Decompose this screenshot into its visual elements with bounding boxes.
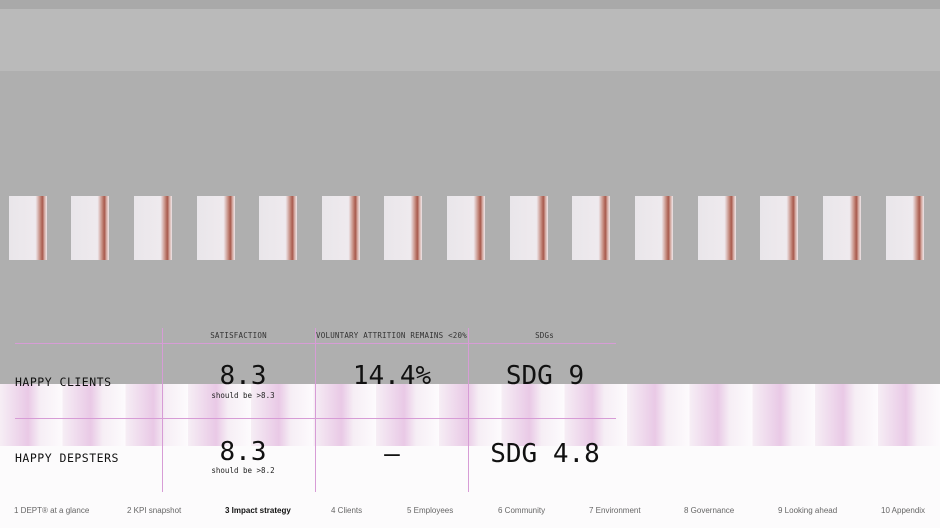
decorative-tile <box>510 196 548 260</box>
satisfaction-target-note: should be >8.2 <box>211 466 275 475</box>
row-label-happy-depsters: HAPPY DEPSTERS <box>15 451 119 465</box>
attrition-value: — <box>384 439 400 469</box>
satisfaction-value: 8.3 <box>219 437 267 467</box>
decorative-tile <box>447 196 485 260</box>
nav-item-community[interactable]: 6 Community <box>498 506 545 515</box>
satisfaction-target-note: should be >8.3 <box>211 391 275 400</box>
decorative-tile <box>134 196 172 260</box>
section-navigation: 1 DEPT® at a glance 2 KPI snapshot 3 Imp… <box>0 500 940 522</box>
nav-item-environment[interactable]: 7 Environment <box>589 506 641 515</box>
nav-item-clients[interactable]: 4 Clients <box>331 506 362 515</box>
decorative-tiles-row <box>0 196 940 260</box>
top-strip <box>0 0 940 9</box>
column-header-satisfaction: SATISFACTION <box>210 331 267 340</box>
grid-line-vertical <box>162 328 163 492</box>
decorative-tile <box>635 196 673 260</box>
decorative-tile <box>384 196 422 260</box>
decorative-tile <box>823 196 861 260</box>
top-band <box>0 9 940 71</box>
column-header-sdgs: SDGs <box>535 331 554 340</box>
nav-item-governance[interactable]: 8 Governance <box>684 506 734 515</box>
nav-item-employees[interactable]: 5 Employees <box>407 506 453 515</box>
pink-gradient-band <box>0 384 940 446</box>
nav-item-appendix[interactable]: 10 Appendix <box>881 506 925 515</box>
decorative-tile <box>886 196 924 260</box>
sdg-value: SDG 9 <box>505 361 585 391</box>
decorative-tile <box>71 196 109 260</box>
nav-item-dept-at-a-glance[interactable]: 1 DEPT® at a glance <box>14 506 89 515</box>
column-header-attrition: VOLUNTARY ATTRITION REMAINS <20% <box>316 331 467 340</box>
decorative-tile <box>698 196 736 260</box>
decorative-tile <box>259 196 297 260</box>
attrition-value: 14.4% <box>352 361 432 391</box>
nav-item-impact-strategy[interactable]: 3 Impact strategy <box>225 506 291 515</box>
nav-item-looking-ahead[interactable]: 9 Looking ahead <box>778 506 837 515</box>
row-label-happy-clients: HAPPY CLIENTS <box>15 375 112 389</box>
decorative-tile <box>322 196 360 260</box>
satisfaction-value: 8.3 <box>219 361 267 391</box>
grid-line-horizontal <box>15 343 616 344</box>
decorative-tile <box>572 196 610 260</box>
grid-line-horizontal <box>15 418 616 419</box>
sdg-value: SDG 4.8 <box>490 439 600 469</box>
decorative-tile <box>760 196 798 260</box>
decorative-tile <box>9 196 47 260</box>
nav-item-kpi-snapshot[interactable]: 2 KPI snapshot <box>127 506 181 515</box>
decorative-tile <box>197 196 235 260</box>
